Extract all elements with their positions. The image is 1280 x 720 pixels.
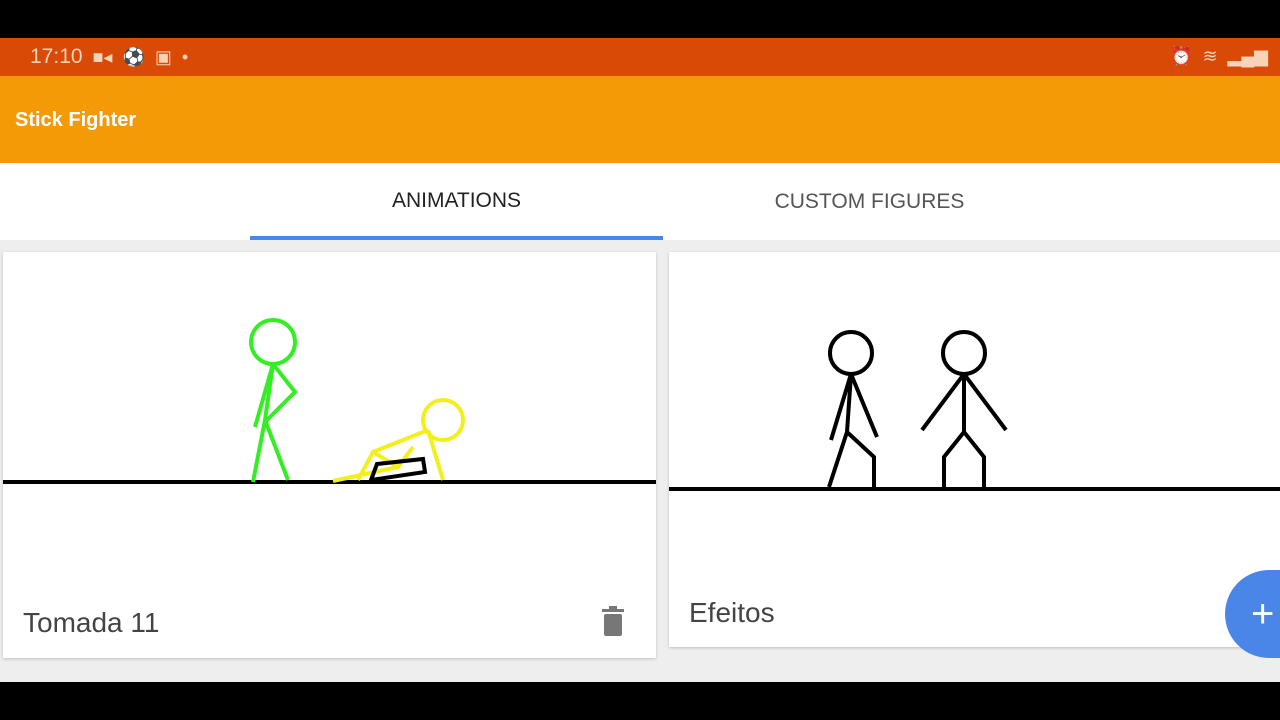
animation-grid: Tomada 11 Efeitos bbox=[0, 240, 1280, 682]
tab-bar: ANIMATIONS CUSTOM FIGURES bbox=[0, 163, 1280, 240]
animation-card[interactable]: Efeitos bbox=[669, 252, 1280, 647]
wifi-icon: ≋ bbox=[1202, 46, 1218, 66]
app-bar: Stick Fighter bbox=[0, 76, 1280, 163]
animation-preview bbox=[3, 318, 656, 484]
video-camera-icon: ■◂ bbox=[92, 46, 113, 67]
app-title: Stick Fighter bbox=[15, 109, 137, 131]
alarm-icon: ⏰ bbox=[1170, 46, 1193, 66]
animation-title: Tomada 11 bbox=[23, 607, 160, 638]
tab-animations[interactable]: ANIMATIONS bbox=[250, 163, 663, 240]
tab-custom-figures[interactable]: CUSTOM FIGURES bbox=[663, 163, 1076, 240]
yellow-stick-figure bbox=[332, 398, 465, 483]
animation-preview bbox=[669, 330, 1280, 491]
twitch-icon: ▣ bbox=[154, 46, 172, 67]
green-stick-figure bbox=[249, 318, 298, 483]
black-stick-figure bbox=[920, 330, 1008, 487]
animation-card[interactable]: Tomada 11 bbox=[3, 252, 656, 658]
black-stick-figure bbox=[827, 330, 879, 488]
trash-icon[interactable] bbox=[601, 606, 625, 636]
clock: 17:10 bbox=[30, 45, 83, 68]
animation-title: Efeitos bbox=[689, 597, 775, 628]
soccer-ball-icon: ⚽ bbox=[122, 46, 145, 67]
dot-icon: • bbox=[181, 46, 189, 67]
signal-icon: ▂▄▆ bbox=[1227, 46, 1268, 66]
status-bar: 17:10 ■◂ ⚽ ▣ • ⏰ ≋ ▂▄▆ bbox=[0, 38, 1280, 76]
bottom-bar bbox=[0, 682, 1280, 720]
